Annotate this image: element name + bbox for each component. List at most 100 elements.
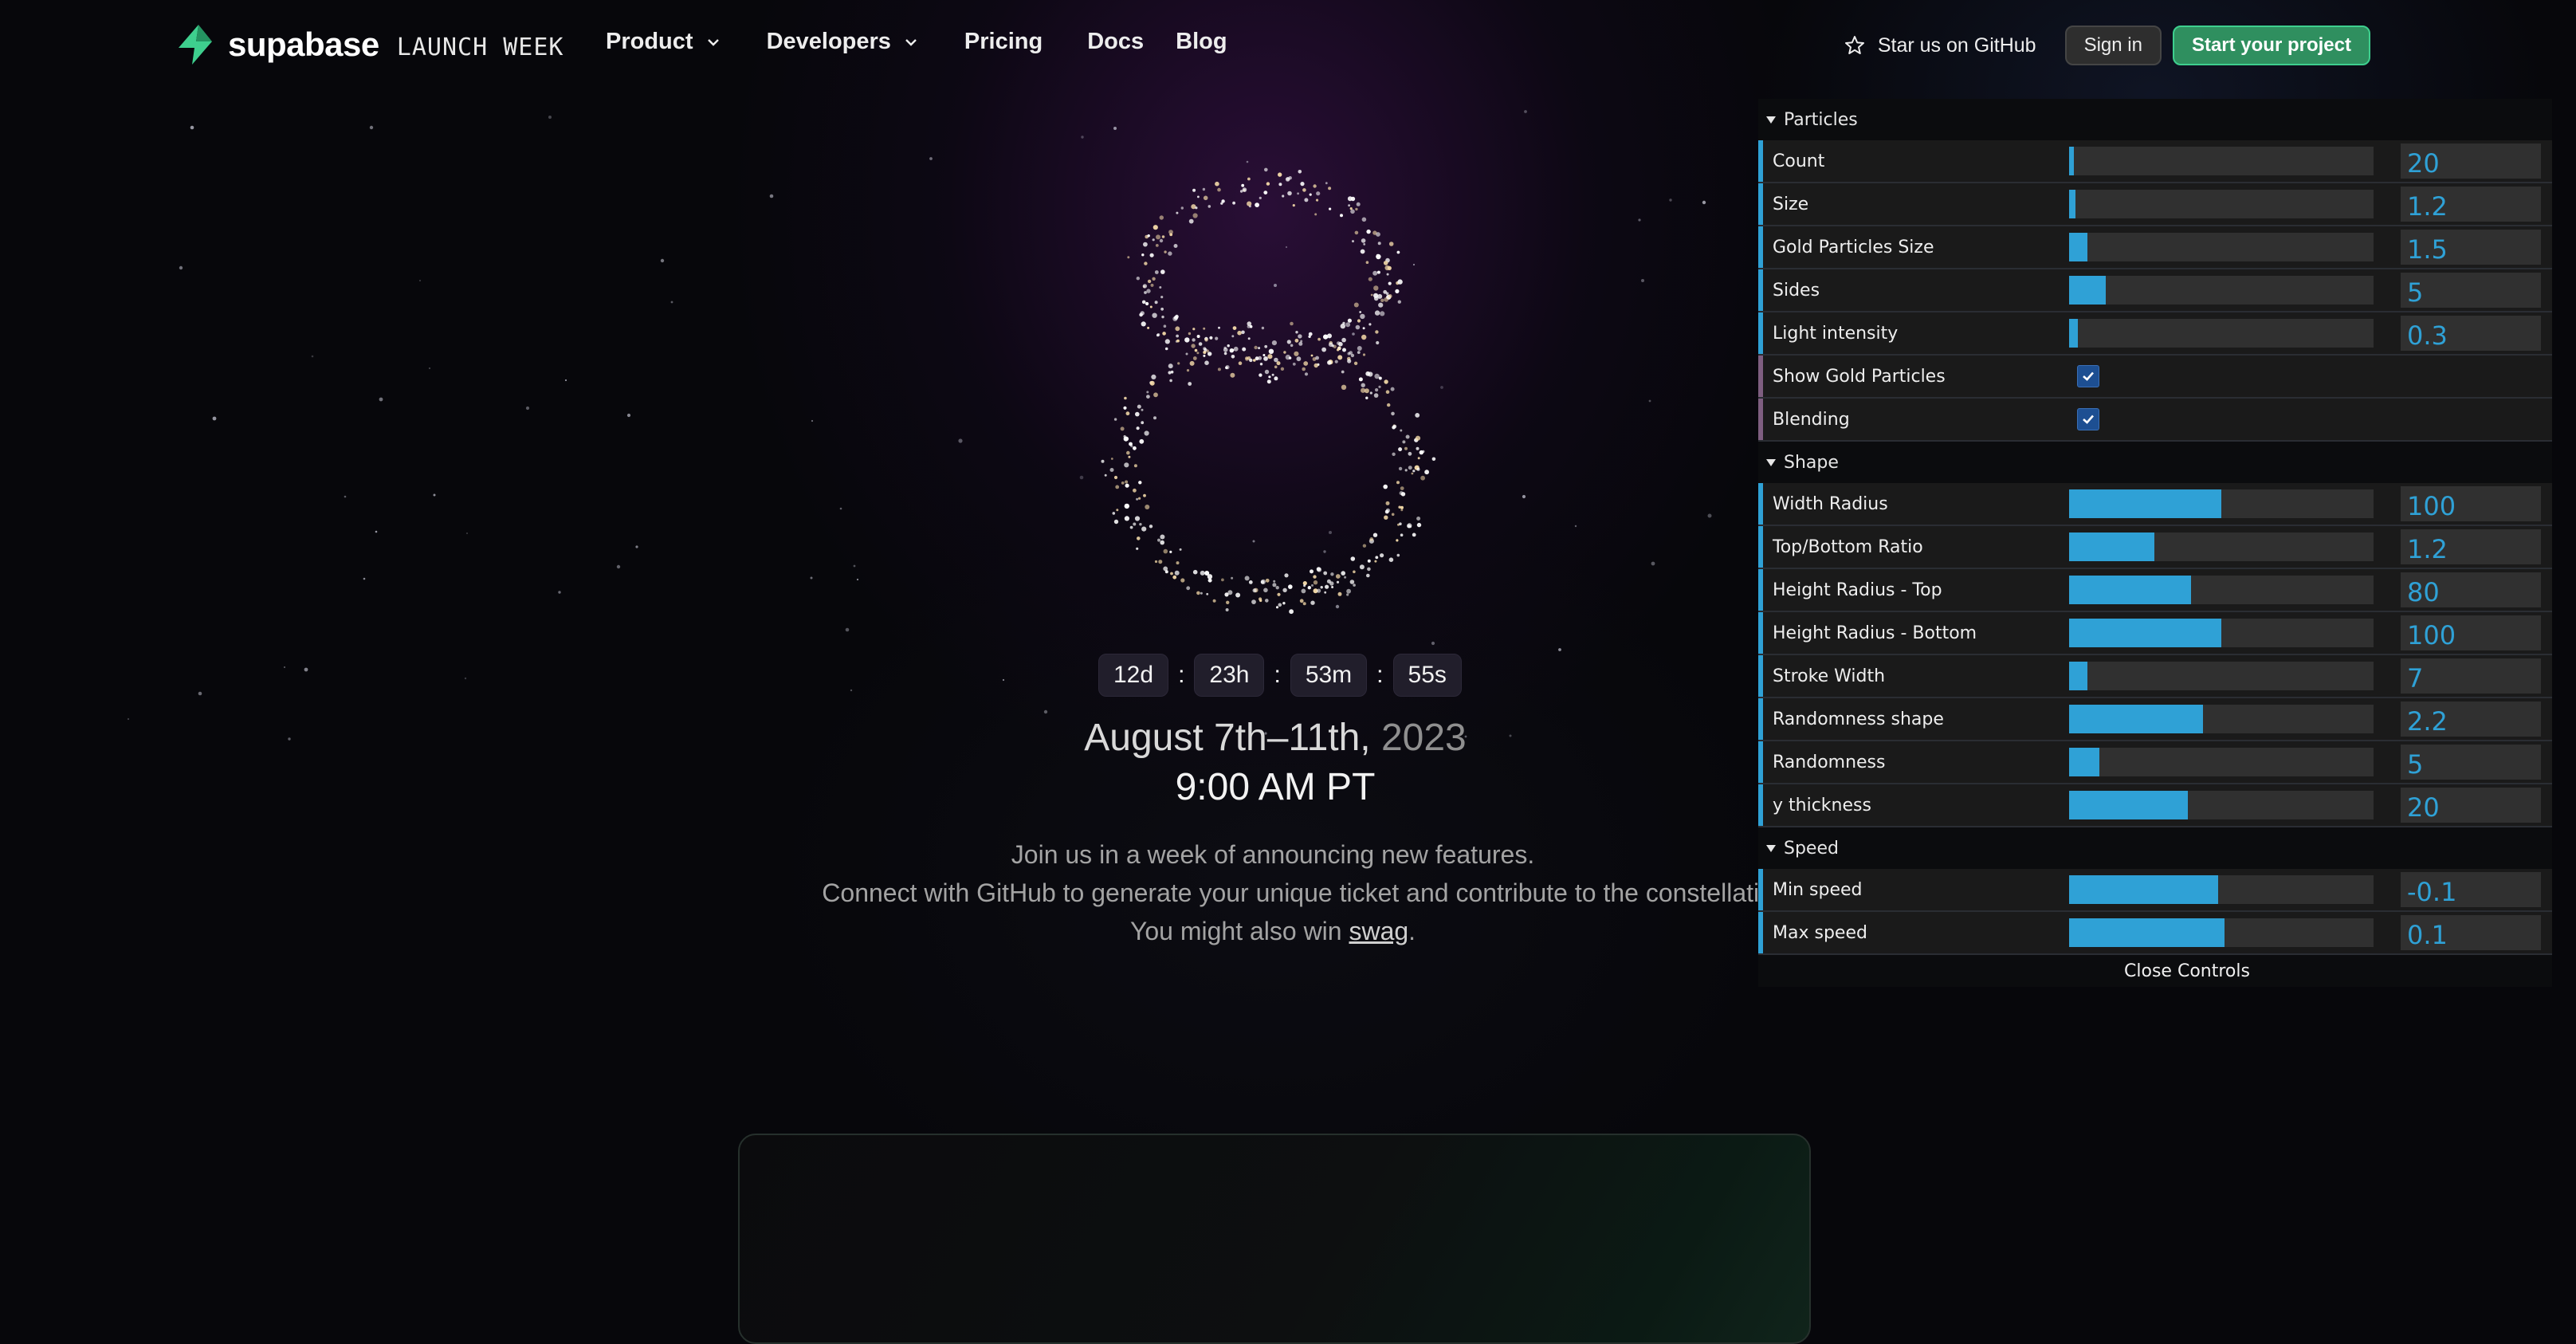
particle (1374, 310, 1380, 316)
close-controls-button[interactable]: Close Controls (1758, 955, 2552, 987)
slider[interactable] (2069, 147, 2374, 175)
number-input[interactable]: -0.1 (2401, 872, 2541, 907)
slider[interactable] (2069, 233, 2374, 261)
folder-speed[interactable]: Speed (1758, 827, 2552, 869)
slider[interactable] (2069, 576, 2374, 604)
particle (1349, 580, 1355, 584)
particle (1116, 509, 1119, 512)
nav-actions: Star us on GitHub Sign in Start your pro… (1844, 26, 2370, 65)
number-input[interactable]: 80 (2401, 572, 2541, 607)
slider[interactable] (2069, 489, 2374, 518)
number-input[interactable]: 1.2 (2401, 529, 2541, 564)
particle (1416, 517, 1421, 521)
number-input[interactable]: 5 (2401, 745, 2541, 780)
number-input[interactable]: 1.2 (2401, 187, 2541, 222)
particle (1362, 327, 1365, 330)
nav-pricing[interactable]: Pricing (964, 29, 1043, 55)
particle (1309, 193, 1312, 196)
particle (1169, 379, 1172, 383)
particle (1310, 354, 1314, 357)
slider[interactable] (2069, 791, 2374, 819)
particle (1404, 446, 1408, 450)
nav-docs[interactable]: Docs (1087, 29, 1144, 55)
particle (1356, 202, 1361, 206)
countdown-seconds: 55s (1392, 654, 1462, 697)
particle (1189, 360, 1195, 366)
particle (1260, 580, 1265, 584)
particle (1192, 338, 1196, 342)
number-input[interactable]: 100 (2401, 615, 2541, 650)
particle (1176, 211, 1179, 214)
particle (1400, 429, 1403, 432)
particle (1232, 201, 1235, 205)
slider[interactable] (2069, 918, 2374, 947)
number-input[interactable]: 100 (2401, 486, 2541, 521)
particle (1404, 469, 1408, 472)
particle (1272, 583, 1277, 588)
slider[interactable] (2069, 875, 2374, 904)
number-input[interactable]: 5 (2401, 273, 2541, 308)
slider[interactable] (2069, 705, 2374, 733)
particle (1366, 229, 1371, 234)
number-input[interactable]: 7 (2401, 658, 2541, 694)
slider-fill (2069, 319, 2079, 348)
slider[interactable] (2069, 190, 2374, 218)
particle (1415, 435, 1421, 441)
nav-developers[interactable]: Developers (767, 29, 920, 55)
particle (1141, 321, 1146, 327)
slider-fill (2069, 276, 2106, 305)
folder-particles[interactable]: Particles (1758, 99, 2552, 140)
checkbox-checked[interactable] (2077, 365, 2099, 387)
slider[interactable] (2069, 748, 2374, 776)
particle (1378, 302, 1384, 308)
number-input[interactable]: 1.5 (2401, 230, 2541, 265)
checkbox-checked[interactable] (2077, 408, 2099, 430)
particle (1325, 182, 1328, 185)
number-input[interactable]: 20 (2401, 788, 2541, 823)
particle (1341, 571, 1345, 576)
slider[interactable] (2069, 319, 2374, 348)
particle (1387, 403, 1391, 407)
particle (1392, 452, 1396, 456)
folder-shape[interactable]: Shape (1758, 442, 2552, 483)
sign-in-button[interactable]: Sign in (2064, 26, 2162, 65)
number-input[interactable]: 0.3 (2401, 316, 2541, 351)
particle (1400, 533, 1404, 536)
number-input[interactable]: 20 (2401, 143, 2541, 179)
slider[interactable] (2069, 532, 2374, 561)
nav-product[interactable]: Product (606, 29, 722, 55)
particle (1412, 532, 1416, 537)
particle (1317, 337, 1321, 341)
particle (1275, 586, 1279, 590)
particle (1385, 390, 1390, 395)
particle (1320, 586, 1323, 589)
swag-link[interactable]: swag (1349, 917, 1408, 945)
particle (1164, 250, 1167, 253)
nav-blog[interactable]: Blog (1176, 29, 1227, 55)
ticket-card[interactable] (738, 1134, 1811, 1344)
number-input[interactable]: 0.1 (2401, 915, 2541, 950)
countdown-separator: : (1274, 662, 1281, 688)
particle (1192, 569, 1198, 575)
caret-down-icon (1766, 116, 1776, 124)
particle (1287, 191, 1292, 196)
slider[interactable] (2069, 619, 2374, 647)
control-label: Size (1773, 194, 1809, 214)
start-project-button[interactable]: Start your project (2172, 26, 2370, 65)
particle (1303, 361, 1309, 366)
particle (1147, 326, 1150, 329)
particle (1192, 213, 1198, 218)
logo[interactable]: supabase LAUNCH WEEK (175, 24, 564, 65)
particle (1184, 337, 1190, 343)
particle (1136, 426, 1140, 430)
particle (1110, 458, 1113, 460)
brand-subtitle: LAUNCH WEEK (396, 33, 564, 61)
github-star-link[interactable]: Star us on GitHub (1844, 34, 2036, 57)
particle (1298, 341, 1303, 346)
number-input[interactable]: 2.2 (2401, 701, 2541, 737)
slider[interactable] (2069, 662, 2374, 690)
slider-fill (2069, 489, 2221, 518)
particle (1340, 214, 1343, 218)
slider[interactable] (2069, 276, 2374, 305)
particle (1296, 356, 1302, 362)
